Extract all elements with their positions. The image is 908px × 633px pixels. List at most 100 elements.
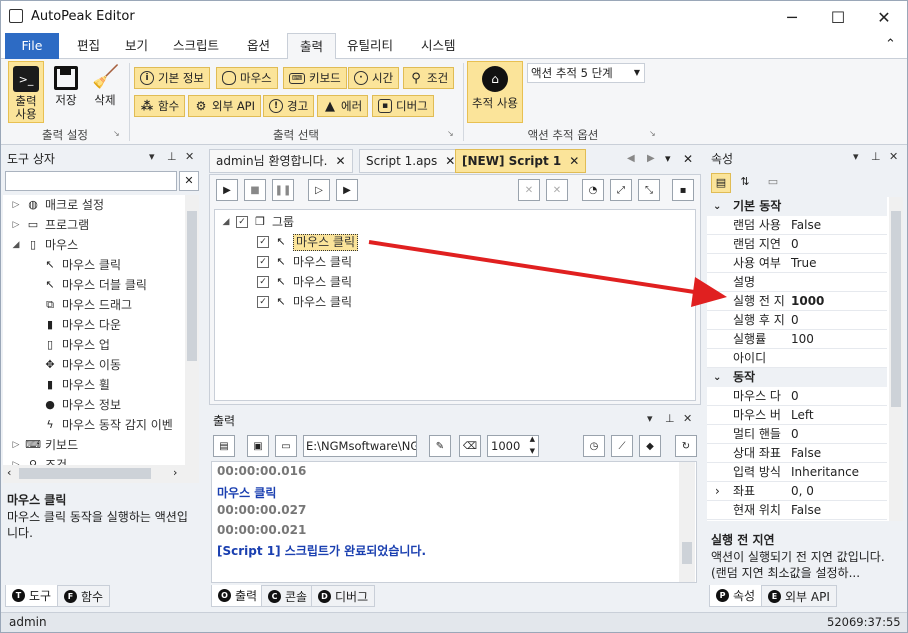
document-close-icon[interactable]: ✕ [683, 152, 693, 166]
play-icon[interactable]: ▶ [216, 179, 238, 201]
trace-level-select[interactable]: 액션 추적 5 단계 ▼ [527, 63, 645, 83]
expand-chevron-icon[interactable]: › [715, 482, 720, 501]
close-button[interactable]: ✕ [861, 1, 907, 33]
remove-item-icon[interactable]: ✕ [546, 179, 568, 201]
pin-icon[interactable]: ⊥ [871, 150, 881, 163]
toolbox-item[interactable]: ▷ ⌨ 키보드 [11, 435, 79, 455]
tab-debug[interactable]: D 디버그 [311, 585, 376, 607]
property-value[interactable]: 0, 0 [791, 482, 814, 501]
item-checkbox[interactable]: ✓ [257, 296, 269, 308]
tab-view[interactable]: 보기 [113, 33, 160, 59]
property-category[interactable]: ⌄ 동작 [707, 368, 887, 387]
script-tree-item[interactable]: ✓ ↖ 마우스 클릭 [257, 232, 359, 252]
property-value[interactable]: False [791, 501, 821, 520]
run-to-cursor-icon[interactable]: ▶ [336, 179, 358, 201]
document-tab[interactable]: [NEW] Script 1 ✕ [455, 149, 587, 173]
output-scrollbar[interactable] [679, 462, 695, 582]
chevron-down-icon[interactable]: ⌄ [713, 368, 721, 387]
collapse-all-icon[interactable]: ⤡ [638, 179, 660, 201]
toolbox-item[interactable]: ▯ 마우스 업 [43, 335, 110, 355]
refresh-circle-icon[interactable]: ◔ [582, 179, 604, 201]
filter-keyboard-button[interactable]: ⌨ 키보드 [283, 67, 347, 89]
property-value[interactable]: 0 [791, 311, 799, 330]
toolbox-item[interactable]: ▷ ⚲ 조건 [11, 455, 68, 465]
pause-icon[interactable]: ❚❚ [272, 179, 294, 201]
scroll-right-icon[interactable]: › [173, 466, 177, 479]
chevron-down-icon[interactable]: ⌄ [713, 197, 721, 216]
scroll-thumb[interactable] [682, 542, 692, 564]
filter-error-button[interactable]: ▲ 에러 [317, 95, 369, 117]
save-output-button[interactable]: 저장 [49, 61, 83, 123]
property-row[interactable]: 실행 전 지 1000 [707, 292, 887, 311]
toolbox-item[interactable]: ⧉ 마우스 드래그 [43, 295, 132, 315]
tab-list-icon[interactable]: ▾ [665, 152, 671, 165]
brush-icon[interactable]: ⟋ [611, 435, 633, 457]
script-tree-item[interactable]: ✓ ↖ 마우스 클릭 [257, 272, 352, 292]
expand-all-icon[interactable]: ⤢ [610, 179, 632, 201]
filter-warning-button[interactable]: ! 경고 [263, 95, 315, 117]
tab-close-icon[interactable]: ✕ [445, 150, 455, 173]
refresh-icon[interactable]: ↻ [675, 435, 697, 457]
property-row[interactable]: 설명 [707, 273, 887, 292]
property-row[interactable]: 랜덤 지연 0 [707, 235, 887, 254]
script-tree-item[interactable]: ✓ ↖ 마우스 클릭 [257, 252, 352, 272]
property-row[interactable]: 멀티 핸들 0 [707, 425, 887, 444]
minimize-button[interactable]: ─ [769, 1, 815, 33]
toolbox-item[interactable]: ↖ 마우스 더블 클릭 [43, 275, 147, 295]
log-count-stepper[interactable]: 1000 ▲ ▼ [487, 435, 539, 457]
save-log-icon[interactable]: ▣ [247, 435, 269, 457]
panel-menu-icon[interactable]: ▾ [149, 150, 155, 163]
log-path-input[interactable]: E:\NGMsoftware\NG [303, 435, 417, 457]
tab-console[interactable]: C 콘솔 [261, 585, 315, 607]
tab-close-icon[interactable]: ✕ [569, 150, 579, 173]
eraser-icon[interactable]: ⌫ [459, 435, 481, 457]
tree-root-group[interactable]: ◢ ✓ ❒ 그룹 [221, 212, 295, 232]
scroll-thumb[interactable] [187, 211, 197, 361]
property-row[interactable]: 사용 여부 True [707, 254, 887, 273]
tab-tools[interactable]: T 도구 [5, 585, 59, 607]
document-tab[interactable]: admin님 환영합니다. ✕ [209, 149, 353, 173]
maximize-button[interactable]: ☐ [815, 1, 861, 33]
property-row[interactable]: 실행률 100 [707, 330, 887, 349]
toolbox-item[interactable]: ▷ ◍ 매크로 설정 [11, 195, 104, 215]
toolbox-search-input[interactable] [5, 171, 177, 191]
filter-condition-button[interactable]: ⚲ 조건 [403, 67, 455, 89]
stop-icon[interactable]: ■ [244, 179, 266, 201]
property-value[interactable]: 0 [791, 425, 799, 444]
trace-enable-button[interactable]: ⌂ 추적 사용 [467, 61, 523, 123]
clear-output-button[interactable]: 🧹 삭제 [87, 61, 123, 123]
toolbox-item[interactable]: ● 마우스 정보 [43, 395, 121, 415]
item-checkbox[interactable]: ✓ [257, 236, 269, 248]
open-folder-icon[interactable]: ▭ [275, 435, 297, 457]
property-row[interactable]: 랜덤 사용 False [707, 216, 887, 235]
property-row[interactable]: 마우스 버 Left [707, 406, 887, 425]
property-value[interactable]: Inheritance [791, 463, 859, 482]
tab-scroll-left-icon[interactable]: ◀ [627, 153, 635, 164]
collapse-triangle-icon[interactable]: ◢ [11, 235, 21, 255]
scroll-left-icon[interactable]: ‹ [7, 466, 11, 479]
tab-close-icon[interactable]: ✕ [335, 150, 345, 173]
tree-root-checkbox[interactable]: ✓ [236, 216, 248, 228]
expand-triangle-icon[interactable]: ▷ [11, 455, 21, 465]
property-row[interactable]: › 좌표 0, 0 [707, 482, 887, 501]
toolbox-item[interactable]: ✥ 마우스 이동 [43, 355, 121, 375]
filter-function-button[interactable]: ⁂ 함수 [134, 95, 186, 117]
panel-menu-icon[interactable]: ▾ [853, 150, 859, 163]
property-value[interactable]: 1000 [791, 292, 824, 311]
categorized-view-icon[interactable]: ▤ [711, 173, 731, 193]
tab-properties[interactable]: P 속성 [709, 585, 763, 607]
search-clear-icon[interactable]: ✕ [179, 171, 199, 191]
property-row[interactable]: 마우스 다 0 [707, 387, 887, 406]
broom-icon[interactable]: ✎ [429, 435, 451, 457]
script-tree-item[interactable]: ✓ ↖ 마우스 클릭 [257, 292, 352, 312]
run-selection-icon[interactable]: ▷ [308, 179, 330, 201]
panel-menu-icon[interactable]: ▾ [647, 412, 653, 425]
expand-triangle-icon[interactable]: ▷ [11, 195, 21, 215]
property-pages-icon[interactable]: ▭ [763, 173, 783, 193]
stepper-arrows-icon[interactable]: ▲ ▼ [530, 433, 535, 457]
property-row[interactable]: 상대 좌표 False [707, 444, 887, 463]
hscroll-thumb[interactable] [19, 468, 151, 479]
toolbox-item[interactable]: ▮ 마우스 다운 [43, 315, 121, 335]
property-row[interactable]: 현재 위치 False [707, 501, 887, 520]
tab-external-api[interactable]: E 외부 API [761, 585, 837, 607]
